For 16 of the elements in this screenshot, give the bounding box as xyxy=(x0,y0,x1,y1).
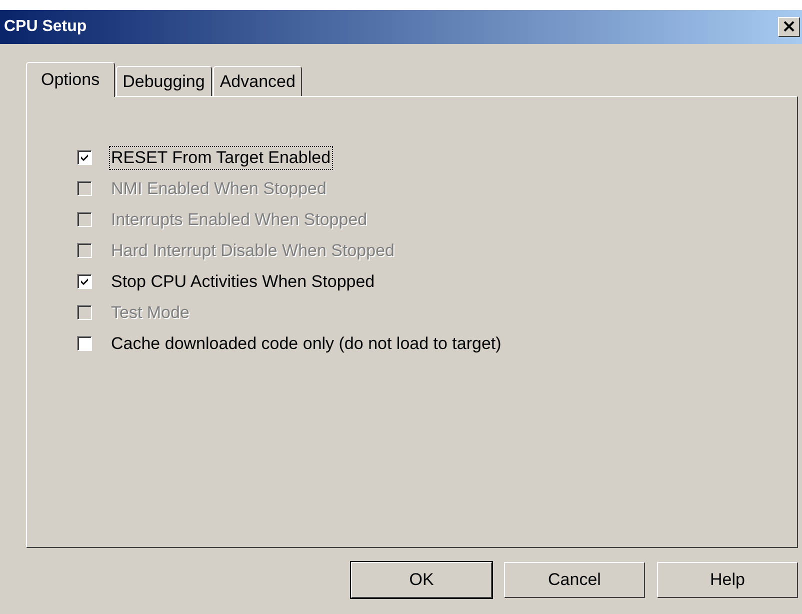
window-title: CPU Setup xyxy=(4,18,87,36)
checkbox-label[interactable]: Stop CPU Activities When Stopped xyxy=(109,270,377,294)
dialog-button[interactable]: OK xyxy=(351,562,492,598)
close-button[interactable]: × xyxy=(778,17,800,37)
dialog-button[interactable]: Help xyxy=(657,562,798,598)
tab[interactable]: Advanced xyxy=(212,66,302,96)
checkbox[interactable] xyxy=(77,274,92,289)
tab[interactable]: Options xyxy=(26,62,115,97)
checkbox[interactable] xyxy=(77,150,92,165)
checkbox[interactable] xyxy=(77,336,92,351)
check-icon xyxy=(80,277,89,286)
checkbox-label[interactable]: RESET From Target Enabled xyxy=(109,146,333,170)
tab[interactable]: Debugging xyxy=(116,66,212,96)
check-icon xyxy=(80,153,89,162)
checkbox-label[interactable]: Cache downloaded code only (do not load to target) xyxy=(109,332,504,356)
dialog-button[interactable]: Cancel xyxy=(504,562,645,598)
